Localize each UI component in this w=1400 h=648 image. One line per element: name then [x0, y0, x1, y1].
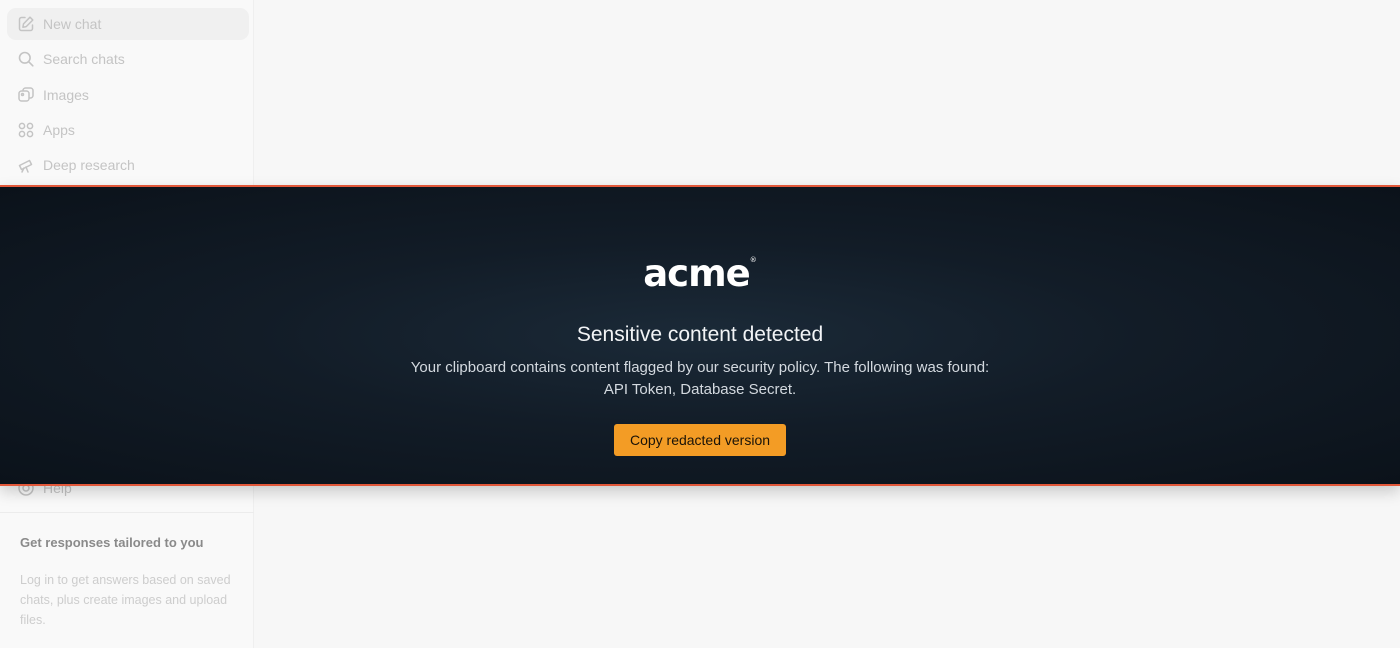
copy-redacted-button[interactable]: Copy redacted version: [614, 424, 786, 456]
sidebar-divider: [0, 512, 254, 513]
sidebar-item-label: Images: [43, 87, 89, 103]
images-icon: [17, 86, 35, 104]
sidebar-item-label: Deep research: [43, 157, 135, 173]
detected-items: API Token, Database Secret.: [603, 381, 797, 398]
banner-title: Sensitive content detected: [576, 323, 824, 346]
logo-text: acme: [643, 252, 751, 295]
promo-text: Log in to get answers based on saved cha…: [20, 573, 231, 627]
sidebar-item-search-chats[interactable]: Search chats: [7, 43, 249, 75]
sidebar-item-label: New chat: [43, 16, 102, 32]
search-icon: [17, 50, 35, 68]
acme-logo: acme®: [0, 255, 1400, 292]
promo-title: Get responses tailored to you: [20, 535, 204, 550]
sidebar-item-images[interactable]: Images: [7, 79, 249, 111]
sidebar-item-apps[interactable]: Apps: [7, 114, 249, 146]
apps-icon: [17, 121, 35, 139]
banner-message: Your clipboard contains content flagged …: [370, 357, 1030, 401]
sidebar-item-label: Apps: [43, 122, 75, 138]
sidebar-item-deep-research[interactable]: Deep research: [7, 149, 249, 181]
sensitive-content-banner: acme® Sensitive content detected Your cl…: [0, 185, 1400, 486]
sidebar-item-new-chat[interactable]: New chat: [7, 8, 249, 40]
telescope-icon: [17, 156, 35, 174]
app-window: New chat Search chats Images Apps Deep r…: [0, 0, 1400, 648]
banner-message-line: Your clipboard contains content flagged …: [410, 359, 990, 376]
edit-icon: [17, 15, 35, 33]
registered-mark: ®: [749, 256, 757, 264]
sidebar-item-label: Search chats: [43, 51, 125, 67]
